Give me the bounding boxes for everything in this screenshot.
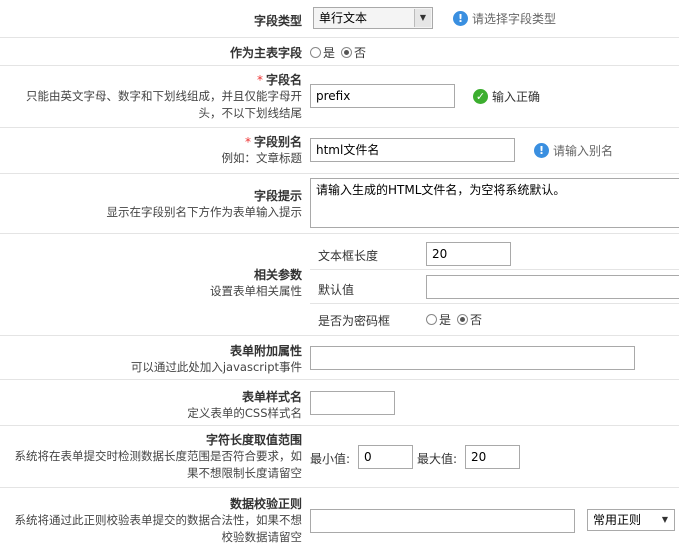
field-tip-textarea[interactable]: 请输入生成的HTML文件名，为空将系统默认。 xyxy=(310,178,679,228)
regex-row: 数据校验正则 系统将通过此正则校验表单提交的数据合法性，如果不想校验数据请留空 … xyxy=(0,488,679,550)
check-icon: ✓ xyxy=(473,89,488,104)
field-alias-hint: ! 请输入别名 xyxy=(534,142,613,159)
primary-no-radio[interactable]: 否 xyxy=(341,44,366,61)
form-css-desc: 定义表单的CSS样式名 xyxy=(187,406,302,420)
password-radios: 是 否 xyxy=(426,311,488,328)
params-desc: 设置表单相关属性 xyxy=(210,284,302,298)
length-range-row: 字符长度取值范围 系统将在表单提交时检测数据长度范围是否符合要求，如果不想限制长… xyxy=(0,426,679,488)
info-icon: ! xyxy=(534,143,549,158)
params-row: 相关参数 设置表单相关属性 文本框长度 20 默认值 是否为密码框 是 否 xyxy=(0,234,679,336)
length-range-label: 字符长度取值范围 系统将在表单提交时检测数据长度范围是否符合要求，如果不想限制长… xyxy=(0,431,303,482)
params-length-row: 文本框长度 20 xyxy=(310,234,679,270)
field-name-desc: 只能由英文字母、数字和下划线组成，并且仅能字母开头，不以下划线结尾 xyxy=(26,89,302,120)
field-type-label: 字段类型 xyxy=(253,14,302,28)
default-value-input[interactable] xyxy=(426,275,679,299)
field-name-row: * 字段名 只能由英文字母、数字和下划线组成，并且仅能字母开头，不以下划线结尾 p… xyxy=(0,66,679,128)
regex-label: 数据校验正则 系统将通过此正则校验表单提交的数据合法性，如果不想校验数据请留空 xyxy=(0,495,303,546)
password-yes-radio[interactable]: 是 xyxy=(426,311,451,328)
form-css-row: 表单样式名 定义表单的CSS样式名 xyxy=(0,380,679,426)
primary-field-label: 作为主表字段 xyxy=(229,46,302,60)
form-attr-desc: 可以通过此处加入javascript事件 xyxy=(130,360,302,374)
field-type-hint: ! 请选择字段类型 xyxy=(453,10,556,27)
min-value-input[interactable]: 0 xyxy=(358,445,413,469)
form-attr-row: 表单附加属性 可以通过此处加入javascript事件 xyxy=(0,336,679,380)
password-no-radio[interactable]: 否 xyxy=(457,311,482,328)
field-type-row: 字段类型 单行文本 ▼ ! 请选择字段类型 xyxy=(0,0,679,38)
field-alias-row: * 字段别名 例如：文章标题 html文件名 ! 请输入别名 xyxy=(0,128,679,174)
field-name-input[interactable]: prefix xyxy=(310,84,455,108)
max-value-label: 最大值: xyxy=(417,452,458,466)
params-label: 相关参数 设置表单相关属性 xyxy=(0,266,302,300)
field-type-select[interactable]: 单行文本 ▼ xyxy=(313,7,433,29)
form-attr-label: 表单附加属性 可以通过此处加入javascript事件 xyxy=(0,342,302,376)
max-value-input[interactable]: 20 xyxy=(465,445,520,469)
field-name-label: * 字段名 只能由英文字母、数字和下划线组成，并且仅能字母开头，不以下划线结尾 xyxy=(0,71,302,122)
params-default-row: 默认值 xyxy=(310,270,679,304)
regex-desc: 系统将通过此正则校验表单提交的数据合法性，如果不想校验数据请留空 xyxy=(14,513,303,544)
primary-yes-radio[interactable]: 是 xyxy=(310,44,335,61)
field-alias-label: * 字段别名 例如：文章标题 xyxy=(0,133,303,167)
field-name-hint: ✓ 输入正确 xyxy=(473,88,540,105)
text-length-input[interactable]: 20 xyxy=(426,242,511,266)
form-css-input[interactable] xyxy=(310,391,395,415)
chevron-down-icon: ▼ xyxy=(657,511,673,529)
form-css-label: 表单样式名 定义表单的CSS样式名 xyxy=(0,388,302,422)
min-value-label: 最小值: xyxy=(310,452,351,466)
field-alias-input[interactable]: html文件名 xyxy=(310,138,515,162)
params-password-row: 是否为密码框 是 否 xyxy=(310,304,679,336)
field-tip-label: 字段提示 显示在字段别名下方作为表单输入提示 xyxy=(0,187,303,221)
regex-select[interactable]: 常用正则 ▼ xyxy=(587,509,675,531)
info-icon: ! xyxy=(453,11,468,26)
form-attr-input[interactable] xyxy=(310,346,635,370)
primary-field-radios: 是 否 xyxy=(310,44,372,61)
field-alias-desc: 例如：文章标题 xyxy=(221,151,303,165)
field-tip-row: 字段提示 显示在字段别名下方作为表单输入提示 请输入生成的HTML文件名，为空将… xyxy=(0,174,679,234)
chevron-down-icon: ▼ xyxy=(414,9,431,27)
primary-field-row: 作为主表字段 是 否 xyxy=(0,38,679,66)
length-range-desc: 系统将在表单提交时检测数据长度范围是否符合要求，如果不想限制长度请留空 xyxy=(14,449,303,480)
regex-input[interactable] xyxy=(310,509,575,533)
field-tip-desc: 显示在字段别名下方作为表单输入提示 xyxy=(106,205,303,219)
